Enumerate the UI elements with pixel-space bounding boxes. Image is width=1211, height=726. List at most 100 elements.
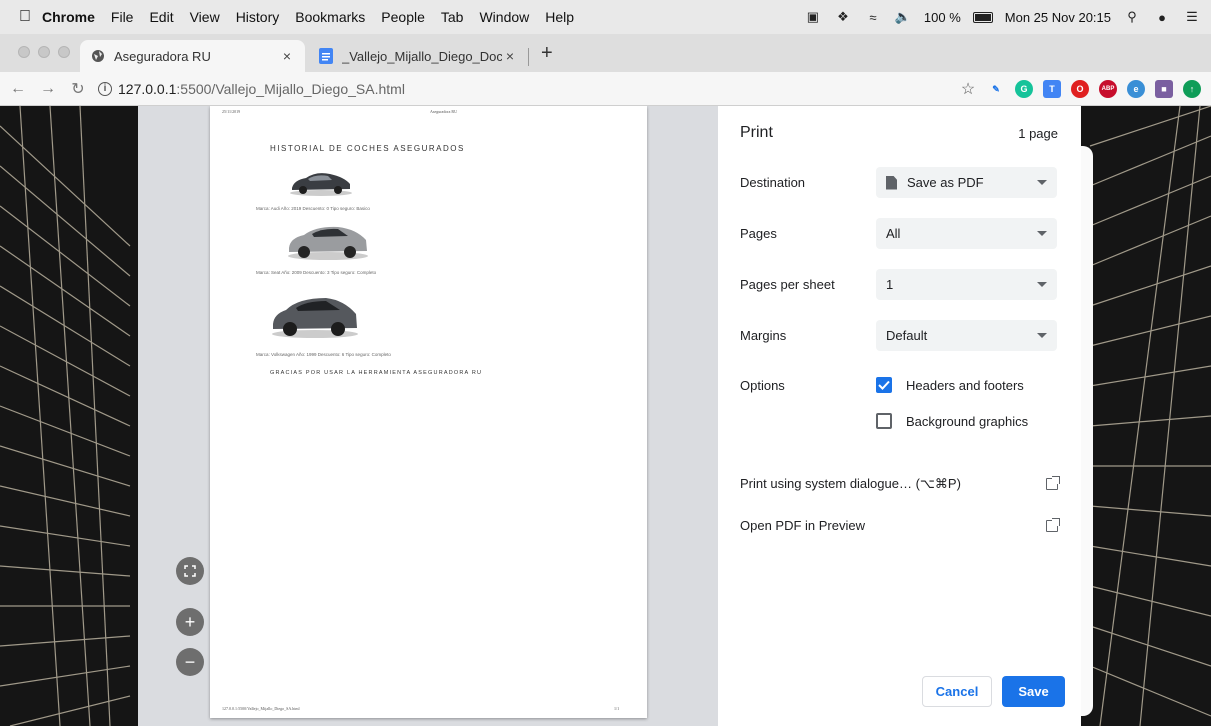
- print-header: Print 1 page: [740, 124, 1058, 142]
- menu-view[interactable]: View: [190, 9, 220, 25]
- screen-capture-icon[interactable]: ▣: [804, 8, 822, 26]
- pages-row: Pages All: [740, 218, 1058, 249]
- reload-icon[interactable]: ↻: [66, 79, 90, 99]
- menu-window[interactable]: Window: [479, 9, 529, 25]
- destination-row: Destination Save as PDF: [740, 167, 1058, 198]
- battery-percent: 100 %: [923, 9, 961, 25]
- url-path: :5500/Vallejo_Mijallo_Diego_SA.html: [176, 80, 405, 97]
- siri-icon[interactable]: ●: [1153, 8, 1171, 26]
- pdf-header-title: Aseguradora RU: [430, 109, 457, 114]
- apple-icon[interactable]: : [8, 8, 42, 26]
- open-preview-label: Open PDF in Preview: [740, 518, 865, 533]
- car-caption: Marca: Volkswagen Año: 1999 Descuento: 6…: [256, 352, 391, 357]
- open-external-icon: [1046, 476, 1060, 490]
- chevron-down-icon: [1037, 180, 1047, 185]
- info-icon[interactable]: i: [98, 81, 112, 96]
- fit-to-page-button[interactable]: [176, 557, 204, 585]
- margins-row: Margins Default: [740, 320, 1058, 351]
- notification-center-icon[interactable]: ☰: [1183, 8, 1201, 26]
- extensions-bar: ☆ ✎ G T O ABP e ■ ↑: [959, 72, 1201, 106]
- options-label: Options: [740, 377, 785, 393]
- pdf-thanks-text: GRACIAS POR USAR LA HERRAMIENTA ASEGURAD…: [270, 370, 483, 376]
- background-graphics-checkbox[interactable]: [876, 413, 892, 429]
- back-arrow-icon[interactable]: ←: [6, 80, 30, 98]
- pages-per-sheet-label: Pages per sheet: [740, 277, 835, 292]
- clock[interactable]: Mon 25 Nov 20:15: [1005, 10, 1111, 25]
- tab-aseguradora[interactable]: Aseguradora RU ×: [80, 40, 305, 72]
- menu-file[interactable]: File: [111, 9, 134, 25]
- browser-toolbar: ← → ↻ i 127.0.0.1 :5500/Vallejo_Mijallo_…: [0, 72, 1211, 106]
- close-window-button[interactable]: [18, 46, 30, 58]
- cancel-button[interactable]: Cancel: [922, 676, 992, 707]
- chevron-down-icon: [1037, 282, 1047, 287]
- destination-value: Save as PDF: [907, 175, 984, 190]
- upload-icon[interactable]: ↑: [1183, 80, 1201, 98]
- menu-tab[interactable]: Tab: [441, 9, 464, 25]
- menu-history[interactable]: History: [236, 9, 280, 25]
- url-host: 127.0.0.1: [118, 80, 177, 97]
- pages-per-sheet-row: Pages per sheet 1: [740, 269, 1058, 300]
- tab-google-doc[interactable]: _Vallejo_Mijallo_Diego_Docume ×: [308, 40, 528, 72]
- maximize-window-button[interactable]: [58, 46, 70, 58]
- status-tray: ▣ ❖ ≈ 🔈 100 % Mon 25 Nov 20:15 ⚲ ● ☰: [804, 0, 1201, 34]
- google-docs-icon: [318, 48, 334, 64]
- grammarly-icon[interactable]: G: [1015, 80, 1033, 98]
- close-tab-icon[interactable]: ×: [279, 48, 295, 64]
- adblock-plus-icon[interactable]: ABP: [1099, 80, 1117, 98]
- content-area: 25/11/2019 Aseguradora RU HISTORIAL DE C…: [0, 106, 1211, 726]
- fit-page-icon: [184, 565, 196, 577]
- menu-help[interactable]: Help: [545, 9, 574, 25]
- volume-icon[interactable]: 🔈: [894, 8, 912, 26]
- edge-icon[interactable]: e: [1127, 80, 1145, 98]
- system-dialog-link[interactable]: Print using system dialogue… (⌥⌘P): [740, 476, 1060, 492]
- page-count: 1 page: [1018, 125, 1058, 141]
- open-external-icon: [1046, 517, 1060, 532]
- headers-footers-checkbox[interactable]: [876, 377, 892, 393]
- open-pdf-preview-link[interactable]: Open PDF in Preview: [740, 517, 1060, 533]
- new-tab-button[interactable]: +: [541, 42, 553, 65]
- background-graphics-option[interactable]: Background graphics: [876, 413, 1028, 429]
- car-caption: Marca: Seat Año: 2009 Descuento: 3 Tipo …: [256, 270, 377, 275]
- menu-chrome[interactable]: Chrome: [42, 9, 95, 25]
- address-bar[interactable]: i 127.0.0.1 :5500/Vallejo_Mijallo_Diego_…: [98, 81, 405, 97]
- battery-icon[interactable]: [972, 11, 993, 23]
- headers-footers-option[interactable]: Headers and footers: [876, 377, 1024, 393]
- menu-edit[interactable]: Edit: [149, 9, 173, 25]
- translate-icon[interactable]: T: [1043, 80, 1061, 98]
- pages-per-sheet-select[interactable]: 1: [876, 269, 1057, 300]
- color-picker-icon[interactable]: ✎: [987, 80, 1005, 98]
- extension-photo-icon[interactable]: ■: [1155, 80, 1173, 98]
- pages-select[interactable]: All: [876, 218, 1057, 249]
- zoom-in-button[interactable]: +: [176, 608, 204, 636]
- bookmark-star-icon[interactable]: ☆: [959, 80, 977, 98]
- pdf-footer-page: 1/1: [614, 706, 620, 711]
- dropbox-icon[interactable]: ❖: [834, 8, 852, 26]
- background-graphics-row: Background graphics: [740, 413, 1058, 429]
- close-tab-icon[interactable]: ×: [502, 48, 518, 64]
- zoom-out-button[interactable]: −: [176, 648, 204, 676]
- pages-value: All: [886, 226, 901, 241]
- margins-select[interactable]: Default: [876, 320, 1057, 351]
- menu-people[interactable]: People: [381, 9, 425, 25]
- spotlight-search-icon[interactable]: ⚲: [1123, 8, 1141, 26]
- chevron-down-icon: [1037, 231, 1047, 236]
- tab-title: _Vallejo_Mijallo_Diego_Docume: [342, 48, 502, 64]
- car-seat-image: [288, 226, 368, 260]
- minimize-window-button[interactable]: [38, 46, 50, 58]
- save-button[interactable]: Save: [1002, 676, 1065, 707]
- menu-bookmarks[interactable]: Bookmarks: [295, 9, 365, 25]
- tab-title: Aseguradora RU: [114, 48, 211, 64]
- wifi-icon[interactable]: ≈: [864, 8, 882, 26]
- car-volkswagen-image: [272, 298, 358, 338]
- pdf-page-preview[interactable]: 25/11/2019 Aseguradora RU HISTORIAL DE C…: [210, 106, 647, 718]
- print-title: Print: [740, 124, 773, 141]
- forward-arrow-icon[interactable]: →: [36, 80, 60, 98]
- tab-separator: [528, 48, 529, 66]
- car-caption: Marca: Audi Año: 2019 Descuento: 0 Tipo …: [256, 206, 370, 211]
- opera-icon[interactable]: O: [1071, 80, 1089, 98]
- panel-edge: [1081, 146, 1093, 716]
- print-settings-panel: Print 1 page Destination Save as PDF Pag…: [718, 106, 1081, 726]
- car-audi-image: [290, 173, 352, 196]
- background-graphics-label: Background graphics: [906, 413, 1029, 429]
- destination-select[interactable]: Save as PDF: [876, 167, 1057, 198]
